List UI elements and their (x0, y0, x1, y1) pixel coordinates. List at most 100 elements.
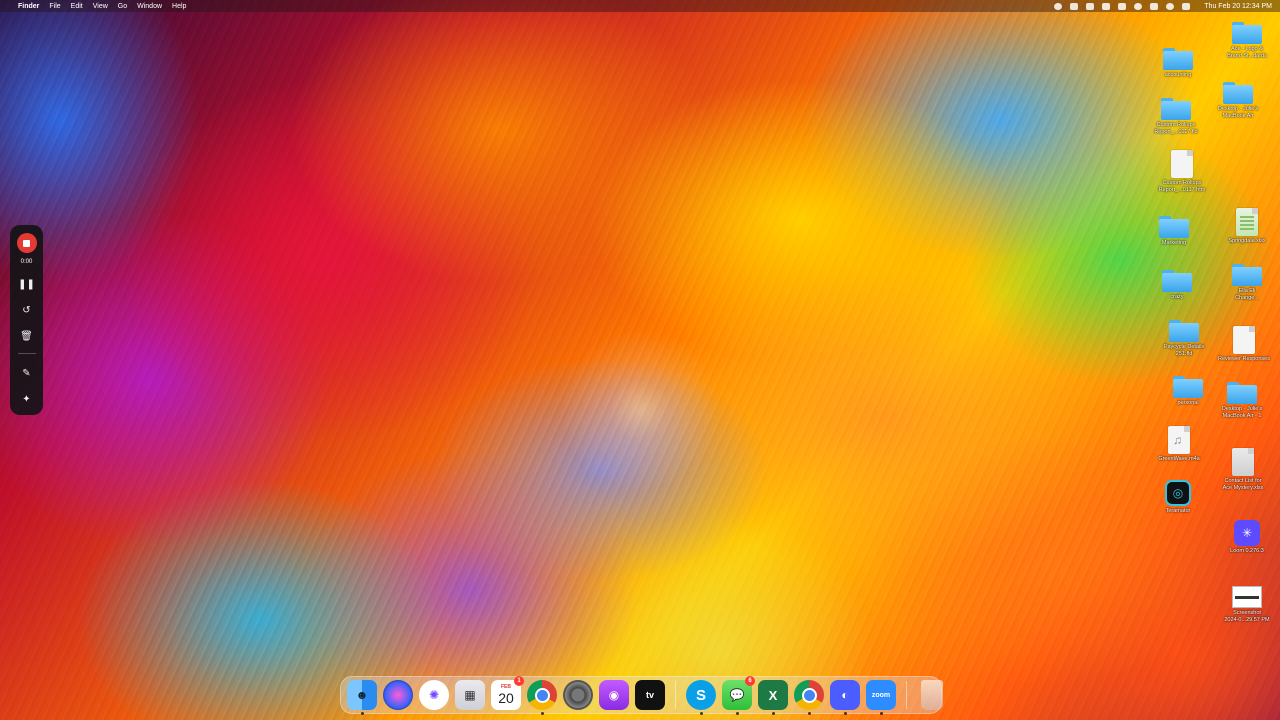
desktop-item-marketing[interactable]: Marketing (1142, 216, 1206, 247)
desktop-item-desktop-julies-1[interactable]: Desktop - Julie's MacBook Air - 1 (1210, 382, 1274, 421)
skype-icon[interactable]: S (686, 680, 716, 715)
draw-pen-icon[interactable]: ✎ (19, 366, 35, 380)
desktop-item-loom[interactable]: ✳ Loom 0.276.3 (1215, 520, 1279, 555)
calendar-icon[interactable]: FEB 20 1 (491, 676, 524, 710)
desktop-item-reviewer-responses[interactable]: Reviewer Responses (1212, 326, 1276, 363)
siri-status-icon[interactable] (1182, 2, 1191, 10)
desktop-item-custom-rollups-htm[interactable]: Custom Rollups Report_...0117.htm (1150, 150, 1214, 195)
apple-tv-icon[interactable]: tv (635, 680, 665, 710)
folder-icon (1162, 270, 1192, 292)
icon-label-line2: Change... (1235, 295, 1259, 302)
siri-icon[interactable] (383, 680, 413, 710)
finder-icon[interactable]: ☻ (347, 680, 377, 715)
podcasts-icon[interactable]: ◉ (599, 680, 629, 710)
desktop-item-springdale-xlsx[interactable]: Springdale.xlsx (1215, 208, 1279, 245)
loom-app-icon: ✳ (1234, 520, 1260, 546)
system-settings-icon[interactable] (563, 680, 593, 710)
menu-help[interactable]: Help (172, 3, 186, 10)
onedrive-icon[interactable]: ◐ (830, 680, 860, 715)
app-status-icon[interactable] (1070, 2, 1079, 10)
icon-label: Reviewer Responses (1218, 356, 1270, 362)
dock-divider (675, 681, 676, 709)
desktop-item-greenwave[interactable]: GreenWave.m4a (1147, 426, 1211, 463)
status-area: Thu Feb 20 12:34 PM (1054, 2, 1272, 10)
excel-label: X (768, 687, 778, 703)
desktop-item-desktop-julies[interactable]: Desktop - Julie's MacBook Air (1206, 82, 1270, 121)
desktop-item-ace-logo[interactable]: Ace - Logo & Brand St...dards (1215, 22, 1279, 61)
menu-window[interactable]: Window (137, 3, 162, 10)
desktop-item-paycycle-details[interactable]: Paycycle Details 251.fld (1152, 320, 1216, 359)
excel-icon[interactable]: X (758, 680, 788, 715)
messages-badge: 6 (745, 676, 755, 686)
icon-label-line2: Report_...0117.fld (1154, 129, 1198, 136)
menu-go[interactable]: Go (118, 3, 127, 10)
icon-label: accounting (1164, 72, 1192, 78)
perplexity-status-icon[interactable] (1086, 2, 1095, 10)
toolbar-divider (17, 353, 36, 354)
desktop-item-ella-eli[interactable]: Ella Eli Change... (1215, 264, 1279, 303)
launchpad-icon[interactable]: ▦ (455, 680, 485, 710)
menu-clock[interactable]: Thu Feb 20 12:34 PM (1204, 3, 1272, 10)
document-icon (1171, 150, 1193, 178)
trash-icon[interactable] (921, 680, 943, 710)
bluetooth-icon[interactable] (1102, 2, 1111, 10)
folder-icon (1159, 216, 1189, 238)
gear-status-icon[interactable] (1054, 2, 1063, 10)
desktop-item-custom-rollups-fld[interactable]: Custom Rollups Report_...0117.fld (1144, 98, 1208, 137)
icon-label-line2: MacBook Air (1222, 113, 1254, 120)
desktop-item-crazy[interactable]: crazy (1145, 270, 1209, 301)
icon-label-line2: Report_...0117.htm (1158, 187, 1206, 194)
menu-bar: Finder File Edit View Go Window Help Thu… (0, 0, 1280, 12)
spreadsheet-icon (1232, 448, 1254, 476)
folder-icon (1161, 98, 1191, 120)
icon-label: personal (1177, 400, 1199, 406)
pause-icon[interactable]: ❚❚ (18, 277, 35, 291)
zoom-icon[interactable]: zoom (866, 680, 896, 715)
wifi-icon[interactable] (1134, 2, 1143, 10)
desktop-item-screenshot[interactable]: Screenshot 2024-0...29.57 PM (1215, 586, 1279, 625)
desktop-item-accounting[interactable]: accounting (1146, 48, 1210, 79)
folder-icon (1163, 48, 1193, 70)
messages-icon[interactable]: 💬 6 (722, 676, 755, 715)
icon-label-line2: 251.fld (1175, 351, 1193, 358)
document-icon (1233, 326, 1255, 354)
restart-icon[interactable]: ↺ (19, 303, 35, 317)
icon-label: Teramator (1165, 508, 1191, 514)
perplexity-icon[interactable]: ✺ (419, 680, 449, 710)
teramator-app-icon: ◎ (1165, 480, 1191, 506)
folder-icon (1169, 320, 1199, 342)
desktop-item-teramator[interactable]: ◎ Teramator (1146, 480, 1210, 515)
chrome-icon[interactable] (527, 680, 557, 715)
appletv-label: tv (645, 690, 654, 700)
menu-view[interactable]: View (93, 3, 108, 10)
audio-file-icon (1168, 426, 1190, 454)
stop-recording-button[interactable] (16, 233, 37, 253)
icon-label: crazy (1170, 294, 1184, 300)
screenshot-thumbnail-icon (1232, 586, 1262, 608)
menu-file[interactable]: File (49, 3, 60, 10)
menu-edit[interactable]: Edit (71, 3, 83, 10)
calendar-day: 20 (498, 689, 514, 706)
chrome-secondary-icon[interactable] (794, 680, 824, 715)
folder-icon (1232, 22, 1262, 44)
desktop-item-contact-list[interactable]: Contact List for Ace Mystery.xlsx (1211, 448, 1275, 493)
dock-divider-trash (906, 681, 907, 709)
folder-icon (1227, 382, 1257, 404)
delete-icon[interactable]: 🗑 (19, 329, 35, 343)
icon-label-line2: Brand St...dards (1227, 53, 1267, 60)
zoom-label: zoom (871, 691, 891, 699)
recording-timer: 0:00 (20, 259, 33, 265)
battery-icon[interactable] (1118, 2, 1127, 10)
icon-label: Springdale.xlsx (1228, 238, 1266, 244)
icon-label: Loom 0.276.3 (1230, 548, 1264, 554)
calendar-badge: 1 (514, 676, 524, 686)
control-center-icon[interactable] (1150, 2, 1159, 10)
icon-label-line2: 2024-0...29.57 PM (1224, 617, 1270, 624)
folder-icon (1223, 82, 1253, 104)
menu-app-name[interactable]: Finder (18, 3, 39, 10)
effects-icon[interactable]: ✦ (19, 392, 35, 406)
wallpaper-texture (0, 0, 1280, 720)
search-icon[interactable] (1166, 2, 1175, 10)
icon-label-line2: MacBook Air - 1 (1222, 413, 1262, 420)
folder-icon (1173, 376, 1203, 398)
